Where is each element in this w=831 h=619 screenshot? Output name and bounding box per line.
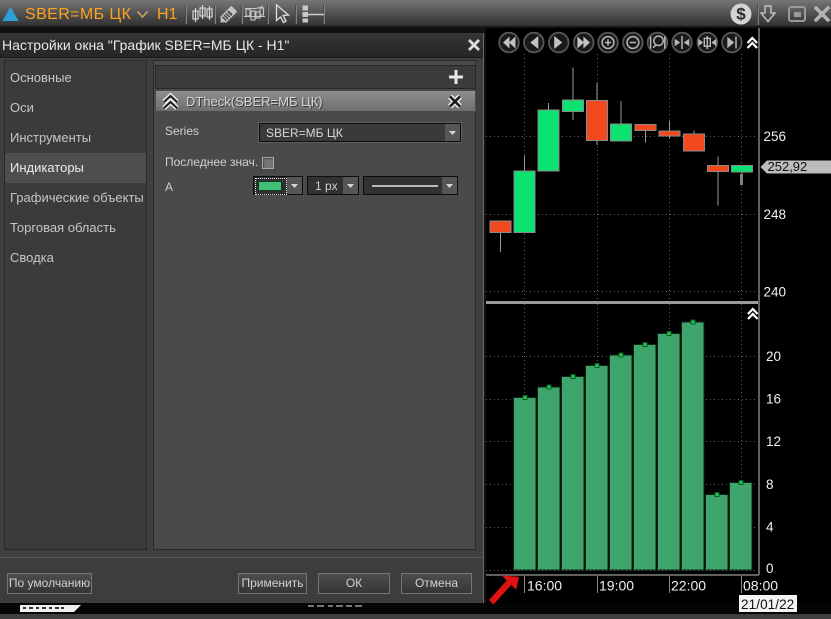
svg-text:8: 8 bbox=[766, 477, 774, 492]
svg-text:4: 4 bbox=[766, 520, 774, 535]
svg-text:248: 248 bbox=[764, 207, 787, 222]
svg-text:252,92: 252,92 bbox=[768, 159, 808, 174]
svg-text:$: $ bbox=[736, 5, 746, 24]
svg-text:240: 240 bbox=[764, 285, 787, 300]
svg-text:19:00: 19:00 bbox=[599, 578, 634, 594]
svg-text:0: 0 bbox=[766, 561, 774, 576]
svg-text:16: 16 bbox=[766, 392, 781, 407]
svg-text:12: 12 bbox=[766, 434, 781, 449]
svg-text:16:00: 16:00 bbox=[527, 578, 562, 594]
svg-text:22:00: 22:00 bbox=[671, 578, 706, 594]
svg-text:256: 256 bbox=[764, 129, 787, 144]
svg-text:20: 20 bbox=[766, 349, 781, 364]
svg-text:08:00: 08:00 bbox=[743, 578, 778, 594]
